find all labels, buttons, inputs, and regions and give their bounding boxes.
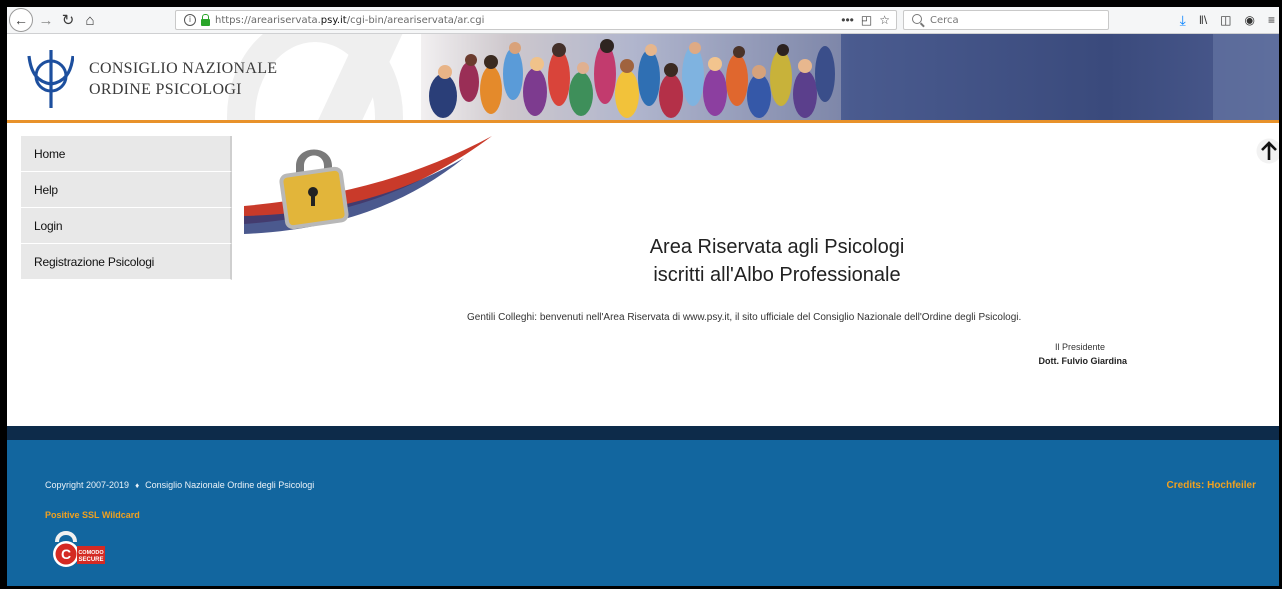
page-headline: Area Riservata agli Psicologi iscritti a…	[427, 233, 1127, 289]
url-text[interactable]: https://areariservata.psy.it/cgi-bin/are…	[215, 15, 484, 26]
headline-line1: Area Riservata agli Psicologi	[649, 236, 905, 258]
site-header: CONSIGLIO NAZIONALE ORDINE PSICOLOGI	[7, 34, 1279, 120]
download-icon[interactable]: ⤓	[1180, 12, 1186, 29]
page-actions: ••• ◰ ☆	[841, 11, 890, 29]
org-name-line2: ORDINE PSICOLOGI	[89, 81, 242, 98]
sidebar-item-login[interactable]: Login	[21, 208, 232, 244]
psi-logo-icon[interactable]	[24, 48, 74, 110]
info-icon[interactable]: i	[184, 14, 196, 26]
search-icon	[912, 14, 922, 24]
lock-icon[interactable]	[201, 13, 210, 26]
copyright-text: Copyright 2007-2019 ♦ Consiglio Nazionale …	[45, 480, 314, 490]
search-input[interactable]: Cerca	[903, 10, 1109, 30]
scroll-to-top-icon[interactable]	[1256, 138, 1282, 164]
menu-icon[interactable]: ≡	[1268, 13, 1275, 27]
toolbar-icons: ⤓ ‖\ ◫ ◉ ≡	[1180, 10, 1275, 30]
library-icon[interactable]: ‖\	[1199, 13, 1207, 27]
credits-link[interactable]: Credits: Hochfeiler	[1167, 480, 1256, 491]
main-content: Home Help Login Registrazione Psicologi …	[7, 123, 1282, 426]
crowd-illustration	[421, 34, 841, 120]
welcome-text: Gentili Colleghi: benvenuti nell'Area Ri…	[467, 312, 1022, 323]
more-icon[interactable]: •••	[841, 13, 854, 27]
browser-toolbar: ← → ↻ ⌂ i https://areariservata.psy.it/c…	[7, 7, 1279, 34]
sidebar-item-registrazione-psicologi[interactable]: Registrazione Psicologi	[21, 244, 232, 280]
address-bar[interactable]: i https://areariservata.psy.it/cgi-bin/a…	[175, 10, 897, 30]
sidebar-menu: Home Help Login Registrazione Psicologi	[21, 136, 232, 280]
copyright-years: Copyright 2007-2019	[45, 480, 130, 490]
forward-arrow-icon[interactable]: →	[37, 10, 55, 30]
account-icon[interactable]: ◉	[1245, 13, 1255, 27]
comodo-secure-badge-icon[interactable]: C COMODO SECURE	[47, 528, 111, 568]
org-name[interactable]: CONSIGLIO NAZIONALE ORDINE PSICOLOGI	[89, 58, 277, 100]
back-arrow-icon[interactable]: ←	[9, 8, 33, 32]
sidebar-icon[interactable]: ◫	[1220, 13, 1231, 27]
president-role: Il Presidente	[1054, 342, 1105, 352]
search-placeholder: Cerca	[930, 14, 959, 26]
reload-icon[interactable]: ↻	[59, 10, 77, 30]
sidebar-item-home[interactable]: Home	[21, 136, 232, 172]
president-name: Dott. Fulvio Giardina	[1038, 356, 1127, 366]
header-banner-image	[421, 34, 1279, 120]
badge-line2: SECURE	[78, 557, 103, 563]
footer-top-band	[7, 426, 1279, 440]
site-footer: Copyright 2007-2019 ♦ Consiglio Nazionale …	[7, 440, 1279, 586]
badge-line1: COMODO	[78, 550, 104, 556]
svg-text:C: C	[61, 546, 71, 562]
padlock-banner-icon	[244, 136, 492, 234]
pocket-icon[interactable]: ◰	[861, 13, 872, 27]
sidebar-item-help[interactable]: Help	[21, 172, 232, 208]
bookmark-star-icon[interactable]: ☆	[879, 13, 890, 27]
headline-line2: iscritti all'Albo Professionale	[653, 264, 901, 286]
ssl-label[interactable]: Positive SSL Wildcard	[45, 510, 140, 520]
copyright-org: Consiglio Nazionale Ordine degli Psicolo…	[145, 480, 315, 490]
home-icon[interactable]: ⌂	[81, 10, 99, 30]
org-name-line1: CONSIGLIO NAZIONALE	[89, 60, 278, 77]
banner-panel	[1213, 34, 1279, 120]
separator-diamond: ♦	[135, 481, 140, 490]
